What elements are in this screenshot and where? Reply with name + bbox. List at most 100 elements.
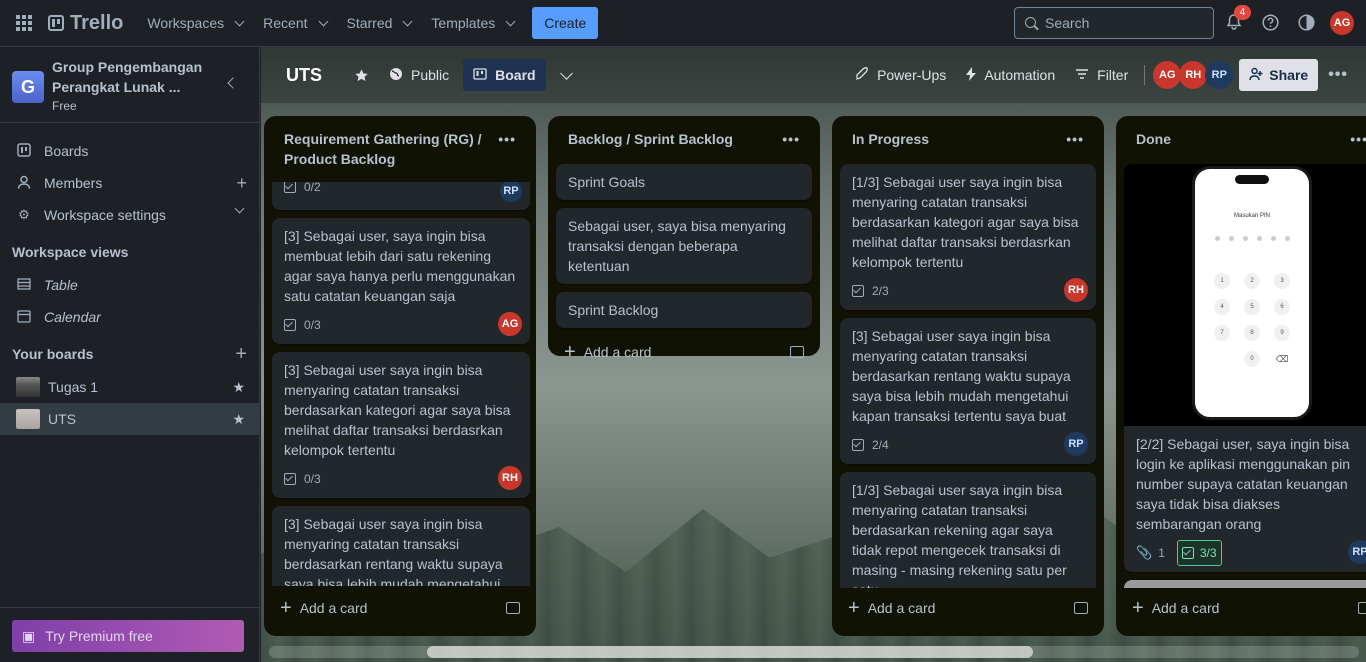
try-premium-button[interactable]: ▣ Try Premium free	[12, 620, 244, 652]
person-icon	[16, 175, 32, 192]
sidebar-board-label: Tugas 1	[48, 379, 99, 395]
sidebar-board-tugas-1[interactable]: Tugas 1 ★	[0, 371, 259, 403]
list-menu-icon[interactable]: •••	[782, 129, 800, 164]
chevron-down-icon	[505, 16, 516, 26]
create-button[interactable]: Create	[532, 7, 599, 39]
star-board-icon[interactable]	[344, 59, 379, 91]
search-input[interactable]: Search	[1014, 7, 1214, 39]
card[interactable]: [3] Sebagai user saya ingin bisa menyari…	[272, 352, 530, 498]
nav-label: Starred	[346, 15, 393, 31]
filter-button[interactable]: Filter	[1065, 59, 1138, 91]
board-view-button[interactable]: Board	[463, 59, 546, 91]
card[interactable]: [3] Sebagai user saya ingin bisa menyari…	[840, 318, 1096, 464]
pin-key: 4	[1214, 299, 1230, 315]
user-avatar[interactable]: AG	[1330, 11, 1354, 35]
sidebar-item-table[interactable]: Table	[0, 269, 259, 301]
card-partial[interactable]	[1124, 580, 1366, 588]
add-person-icon	[1249, 67, 1263, 84]
card[interactable]: [3] Sebagai user saya ingin bisa menyari…	[272, 506, 530, 586]
power-ups-button[interactable]: Power-Ups	[845, 59, 956, 91]
card-badges: 0/3 AG	[284, 312, 522, 336]
checklist-count: 0/2	[304, 182, 321, 194]
pin-keypad: 1 2 3 4 5 6 7 8 9 0 ⌫	[1195, 273, 1309, 367]
add-card-button[interactable]: + Add a card	[556, 336, 812, 368]
help-icon[interactable]	[1260, 12, 1280, 32]
pin-key: 6	[1274, 299, 1290, 315]
trello-board-icon	[16, 142, 32, 160]
gear-icon: ⚙	[18, 207, 30, 222]
member-avatar[interactable]: AG	[1153, 61, 1182, 89]
nav-templates[interactable]: Templates	[421, 7, 524, 39]
list-menu-icon[interactable]: •••	[498, 129, 516, 182]
list-menu-icon[interactable]: •••	[1066, 129, 1084, 164]
board-title[interactable]: UTS	[286, 65, 322, 86]
checklist-icon	[284, 182, 296, 193]
nav-starred[interactable]: Starred	[337, 7, 422, 39]
list-title[interactable]: In Progress	[852, 129, 929, 164]
trello-logo[interactable]: Trello	[48, 12, 123, 35]
workspace-logo: G	[12, 71, 44, 103]
list-title[interactable]: Backlog / Sprint Backlog	[568, 129, 733, 164]
list-menu-icon[interactable]: •••	[1350, 129, 1366, 164]
add-card-label: Add a card	[299, 600, 368, 616]
plus-icon: +	[1132, 596, 1144, 619]
card[interactable]: [3] Sebagai user, saya ingin bisa membua…	[272, 218, 530, 344]
card-title: [3] Sebagai user saya ingin bisa menyari…	[284, 362, 511, 458]
attachment-icon: 📎	[1136, 545, 1153, 560]
sidebar-item-label: Calendar	[44, 309, 101, 325]
member-avatar[interactable]: RH	[1179, 61, 1208, 89]
list-cards: [1/3] Sebagai user saya ingin bisa menya…	[840, 164, 1096, 588]
add-board-plus-icon[interactable]: +	[235, 343, 247, 366]
pin-key: 7	[1214, 325, 1230, 341]
list-cards: Masukan PIN 1 2 3 4 5 6 7 8 9 0 ⌫ [2/2] …	[1124, 164, 1366, 588]
card[interactable]: Sebagai user, saya bisa menyaring transa…	[556, 208, 812, 284]
list-title[interactable]: Done	[1136, 129, 1171, 164]
board-horizontal-scrollbar[interactable]	[269, 646, 1359, 658]
add-card-label: Add a card	[1151, 600, 1220, 616]
nav-workspaces[interactable]: Workspaces	[137, 7, 253, 39]
sidebar-item-calendar[interactable]: Calendar	[0, 301, 259, 333]
add-member-plus-icon[interactable]: +	[236, 173, 247, 194]
member-avatar[interactable]: RP	[1205, 61, 1234, 89]
app-switcher-icon[interactable]	[0, 15, 48, 31]
card-template-icon[interactable]	[1074, 602, 1088, 614]
nav-recent[interactable]: Recent	[253, 7, 336, 39]
logo-text: Trello	[70, 11, 124, 34]
workspace-name[interactable]: Group Pengembangan Perangkat Lunak ...	[52, 57, 212, 97]
scrollbar-thumb[interactable]	[427, 646, 1033, 658]
card-template-icon[interactable]	[1358, 602, 1366, 614]
collapse-sidebar-icon[interactable]	[227, 77, 239, 89]
add-card-label: Add a card	[583, 344, 652, 360]
card-template-icon[interactable]	[506, 602, 520, 614]
share-button[interactable]: Share	[1239, 59, 1319, 91]
sidebar-item-boards[interactable]: Boards	[0, 135, 259, 167]
card-badges: 📎 1 3/3 RP	[1136, 540, 1366, 566]
star-icon[interactable]: ★	[232, 411, 245, 428]
add-card-button[interactable]: + Add a card	[1124, 592, 1366, 624]
card[interactable]: Sprint Backlog	[556, 292, 812, 328]
card[interactable]: [1/3] Sebagai user saya ingin bisa menya…	[840, 164, 1096, 310]
star-icon[interactable]: ★	[232, 379, 245, 396]
pin-key: 2	[1244, 273, 1260, 289]
sidebar-board-uts[interactable]: UTS ★	[0, 403, 259, 435]
sidebar-item-members[interactable]: Members +	[0, 167, 259, 199]
visibility-button[interactable]: Public	[379, 59, 459, 91]
card[interactable]: Sprint Goals	[556, 164, 812, 200]
plus-icon: +	[848, 596, 860, 619]
board-menu-icon[interactable]: •••	[1318, 59, 1358, 91]
chevron-down-icon	[234, 203, 245, 214]
card[interactable]: Masukan PIN 1 2 3 4 5 6 7 8 9 0 ⌫ [2/2] …	[1124, 164, 1366, 572]
card[interactable]: 0/2 RP	[272, 182, 530, 210]
views-dropdown-button[interactable]	[546, 59, 581, 91]
card[interactable]: [1/3] Sebagai user saya ingin bisa menya…	[840, 472, 1096, 588]
pin-key: 3	[1274, 273, 1290, 289]
theme-toggle-icon[interactable]	[1296, 12, 1316, 32]
filter-icon	[1075, 67, 1089, 83]
add-card-button[interactable]: + Add a card	[272, 592, 528, 624]
card-template-icon[interactable]	[790, 346, 804, 358]
automation-button[interactable]: Automation	[956, 59, 1065, 91]
list-title[interactable]: Requirement Gathering (RG) / Product Bac…	[284, 129, 498, 182]
add-card-button[interactable]: + Add a card	[840, 592, 1096, 624]
add-card-label: Add a card	[867, 600, 936, 616]
sidebar-item-workspace-settings[interactable]: ⚙ Workspace settings	[0, 199, 259, 231]
